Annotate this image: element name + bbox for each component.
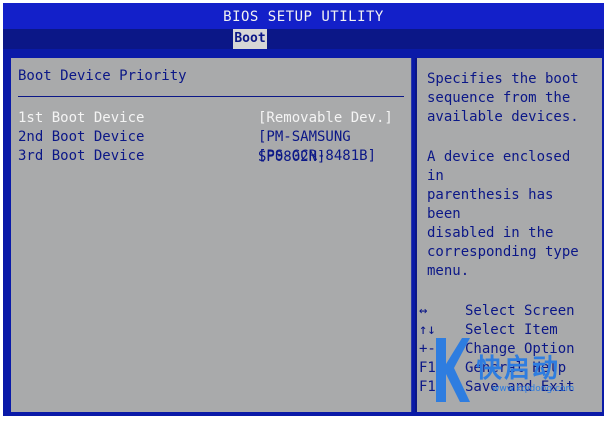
boot-device-label: 3rd Boot Device <box>18 148 145 164</box>
boot-device-label: 1st Boot Device <box>18 110 145 126</box>
boot-device-row-1[interactable]: 1st Boot Device [Removable Dev.] <box>18 108 406 128</box>
boot-device-row-3[interactable]: 3rd Boot Device [PS-GCR-8481B] <box>18 146 406 166</box>
boot-device-value[interactable]: [Removable Dev.] <box>258 108 393 128</box>
boot-device-label: 2nd Boot Device <box>18 129 145 145</box>
tab-boot[interactable]: Boot <box>233 29 267 49</box>
left-right-arrow-icon: ↔ <box>419 303 428 319</box>
window-title: BIOS SETUP UTILITY <box>223 9 384 25</box>
k-logo-icon <box>436 338 470 402</box>
key-legend-item: ↔ Select Screen <box>419 302 599 321</box>
page-title: Boot Device Priority <box>18 68 187 84</box>
help-text-primary: Specifies the boot sequence from the ava… <box>427 71 579 125</box>
heading-divider <box>18 96 404 97</box>
watermark-logo: 快启动 www.kqidong.com <box>432 334 597 406</box>
watermark-text: 快启动 <box>476 354 561 384</box>
boot-priority-panel: Boot Device Priority 1st Boot Device [Re… <box>11 58 412 412</box>
tab-strip <box>3 29 604 49</box>
boot-device-row-2[interactable]: 2nd Boot Device [PM-SAMSUNG SP0802N] <box>18 127 406 165</box>
key-description: Select Screen <box>465 303 575 319</box>
boot-device-value[interactable]: [PS-GCR-8481B] <box>258 146 376 166</box>
help-text-secondary: A device enclosed in parenthesis has bee… <box>427 149 579 279</box>
watermark-url: www.kqidong.com <box>492 384 575 394</box>
